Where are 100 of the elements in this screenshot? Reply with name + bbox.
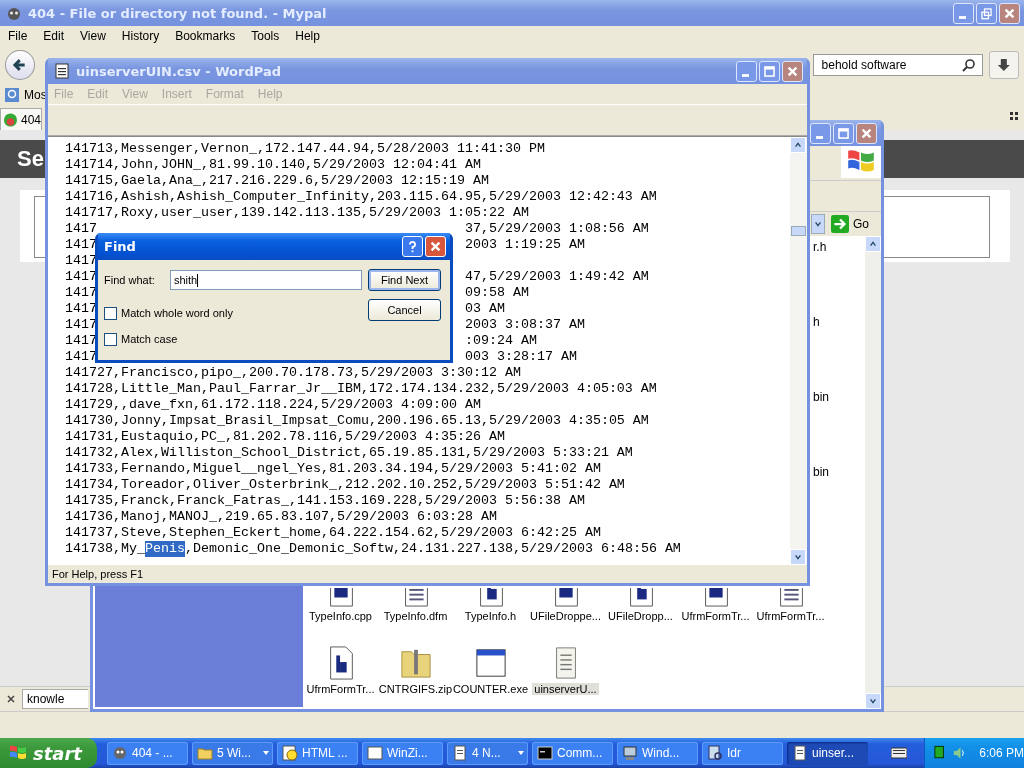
text-line: 141729,,dave_fxn,61.172.118.224,5/29/2003 4:09:00 AM (65, 397, 481, 413)
go-button[interactable]: Go (827, 213, 873, 235)
text-line: 09:58 AM (464, 285, 529, 301)
taskbar-button[interactable]: 5 Wi... (192, 741, 273, 765)
computer-icon (622, 745, 638, 761)
taskbar-button[interactable]: 4 N... (447, 741, 528, 765)
dropdown-button[interactable] (811, 214, 825, 234)
find-next-button[interactable]: Find Next (368, 269, 441, 291)
file-label[interactable]: TypeInfo.h (462, 610, 519, 622)
menu-item[interactable]: Tools (251, 29, 280, 43)
tab-icon (3, 111, 18, 128)
checkbox[interactable] (104, 306, 117, 320)
menu-item[interactable]: Bookmarks (175, 29, 236, 43)
text-line: 141735,Franck,Franck_Fatras_,141.153.169.228,5/29/2003 5:56:38 AM (65, 493, 585, 509)
scrollbar[interactable] (865, 236, 881, 709)
text-line: 141715,Gaela,Ana_,217.216.229.6,5/29/2003 12:15:19 AM (65, 173, 489, 189)
close-icon (429, 240, 442, 253)
help-file-icon (282, 745, 298, 761)
window-title: 404 - File or directory not found. - Mypal (28, 5, 327, 21)
maximize-icon (763, 64, 776, 78)
text-line: 141732,Alex,Williston_School_District,65.19.85.131,5/29/2003 5:33:21 AM (65, 445, 633, 461)
checkbox[interactable] (104, 332, 117, 346)
scroll-thumb[interactable] (791, 226, 806, 236)
notepad-icon (452, 745, 468, 761)
menu-item[interactable]: Edit (43, 29, 65, 43)
file-label[interactable]: uinserverU... (532, 683, 599, 695)
keyboard-icon[interactable] (891, 747, 907, 759)
taskbar-button[interactable]: Idr (702, 741, 783, 765)
text-line: 141737,Steve,Stephen_Eckert_home,64.222.154.62,5/29/2003 6:42:25 AM (65, 525, 601, 541)
text-line: 1417 (65, 333, 97, 349)
text-line: 2003 3:08:37 AM (464, 317, 585, 333)
caret-icon (517, 749, 525, 757)
file-label[interactable]: TypeInfo.dfm (381, 610, 450, 622)
taskbar-button[interactable]: 404 - ... (107, 741, 188, 765)
program-window-icon[interactable] (474, 646, 507, 680)
scroll-up-icon[interactable] (790, 137, 806, 153)
file-label[interactable]: bin (813, 390, 865, 465)
search-field[interactable]: behold software (812, 54, 984, 76)
download-button[interactable] (989, 51, 1019, 79)
menu-item[interactable]: History (121, 29, 160, 43)
arrow-icon (831, 215, 849, 233)
text-line: 2003 1:19:25 AM (464, 237, 585, 253)
text-line: :09:24 AM (464, 333, 537, 349)
start-button[interactable]: start (0, 738, 97, 768)
scroll-up-icon[interactable] (865, 236, 881, 252)
file-label[interactable]: TypeInfo.cpp (307, 610, 374, 622)
file-label[interactable]: UfrmFormTr... (304, 683, 377, 695)
text-line: 141713,Messenger,Vernon_,172.147.44.94,5/28/2003 11:41:30 PM (65, 141, 545, 157)
restore-icon (980, 6, 993, 20)
minimize-icon (959, 15, 966, 19)
text-line: 1417 (65, 269, 97, 285)
text-line: 1417 (65, 349, 97, 365)
text-line: 141716,Ashish,Ashish_Computer_Infinity,203.115.64.95,5/29/2003 12:42:43 AM (65, 189, 657, 205)
text-line: 003 3:28:17 AM (464, 349, 577, 365)
search-icon (962, 58, 977, 72)
notepad-icon (792, 745, 808, 761)
back-button[interactable] (5, 50, 35, 80)
close-icon (860, 126, 873, 140)
checkbox-label[interactable]: Match case (121, 333, 178, 345)
file-label[interactable]: UfrmFormTr... (679, 610, 752, 622)
help-button[interactable] (402, 236, 423, 257)
text-line: 47,5/29/2003 1:49:42 AM (464, 269, 649, 285)
text-line: 141734,Toreador,Oliver_Osterbrink_,212.202.10.252,5/29/2003 5:51:42 AM (65, 477, 625, 493)
text-line: 03 AM (464, 301, 505, 317)
taskbar-button[interactable]: HTML ... (277, 741, 358, 765)
caret-icon (262, 749, 270, 757)
status-text: For Help, press F1 (52, 568, 144, 580)
text-line: 141738,My_ (65, 541, 145, 557)
text-line: 37,5/29/2003 1:08:56 AM (464, 221, 649, 237)
window-title: uinserverUIN.csv - WordPad (76, 63, 281, 79)
checkbox-label[interactable]: Match whole word only (121, 307, 233, 319)
scroll-down-icon[interactable] (790, 549, 806, 565)
taskbar-button[interactable]: Comm... (532, 741, 613, 765)
file-label[interactable]: UFileDroppe... (528, 610, 603, 622)
text-line: 1417 (65, 253, 97, 269)
taskbar-button[interactable]: uinser... (787, 741, 868, 765)
windows-logo (841, 146, 881, 178)
find-field[interactable]: knowle (22, 689, 88, 709)
browser-tab[interactable]: 404 (0, 108, 42, 130)
scroll-down-icon[interactable] (865, 693, 881, 709)
menu-item[interactable]: Help (295, 29, 320, 43)
close-icon[interactable] (6, 694, 16, 704)
menu-item[interactable]: View (80, 29, 106, 43)
file-label[interactable]: r.h (813, 240, 865, 315)
file-label[interactable]: UfrmFormTr... (754, 610, 827, 622)
field-label: Find what: (104, 274, 156, 286)
scrollbar[interactable] (790, 137, 807, 565)
page-heading: Se (17, 146, 44, 172)
file-label[interactable]: UFileDropp... (606, 610, 675, 622)
cancel-button[interactable]: Cancel (368, 299, 441, 321)
find-input[interactable]: shith (170, 270, 362, 290)
window-icon (367, 745, 383, 761)
file-label[interactable]: h (813, 315, 865, 390)
taskbar-button[interactable]: Wind... (617, 741, 698, 765)
file-label[interactable]: bin (813, 465, 865, 540)
help-icon (406, 240, 419, 253)
taskbar-button[interactable]: WinZi... (362, 741, 443, 765)
text-line: ,Demonic_One_Demonic_Softw,24.131.227.138,5/29/2003 6:48:56 AM (185, 541, 681, 557)
text-line: 1417 (65, 285, 97, 301)
menu-item[interactable]: File (8, 29, 28, 43)
